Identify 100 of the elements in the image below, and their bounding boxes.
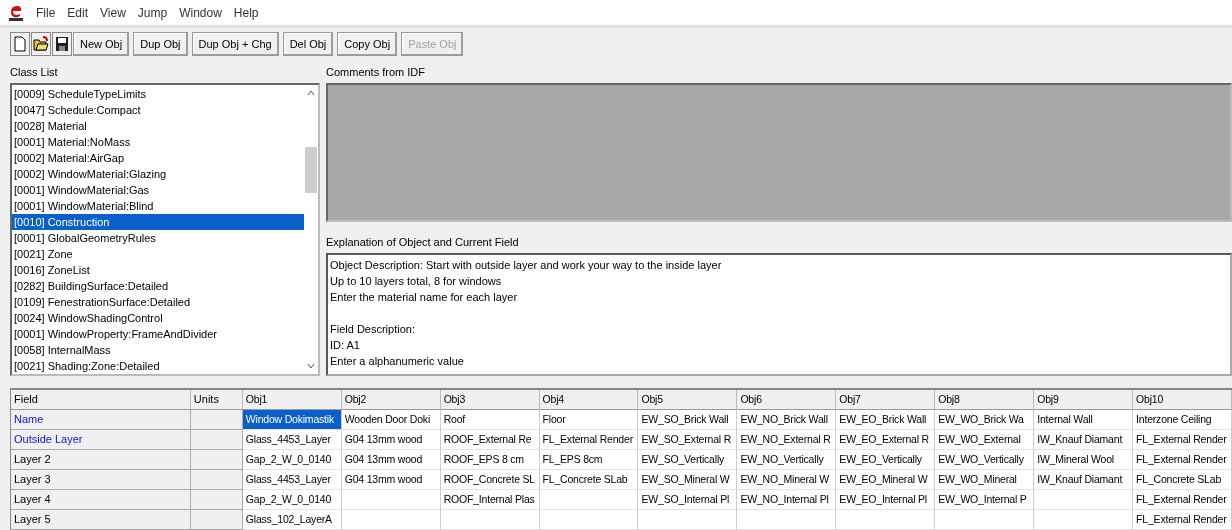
class-list-item[interactable]: [0001] WindowMaterial:Blind	[12, 198, 304, 214]
column-header[interactable]: Obj7	[836, 390, 936, 410]
empty-cell[interactable]	[539, 510, 639, 530]
table-cell[interactable]: FL_External Render	[539, 430, 639, 450]
menu-item[interactable]: Edit	[67, 5, 89, 20]
scroll-down-icon[interactable]	[306, 362, 316, 370]
empty-cell[interactable]	[440, 510, 540, 530]
table-cell[interactable]: EW_NO_Vertically	[737, 450, 837, 470]
table-cell[interactable]: FL_External Render	[1133, 430, 1232, 450]
table-cell[interactable]: EW_WO_Brick Wa	[935, 410, 1035, 430]
scrollbar-thumb[interactable]	[305, 147, 317, 193]
column-header[interactable]: Obj4	[539, 390, 639, 410]
table-cell[interactable]: Interzone Ceiling	[1133, 410, 1232, 430]
column-header[interactable]: Units	[190, 390, 243, 410]
class-list-item[interactable]: [0109] FenestrationSurface:Detailed	[12, 294, 304, 310]
menu-item[interactable]: View	[100, 5, 126, 20]
table-cell[interactable]: FL_External Render	[1133, 490, 1232, 510]
class-list-item[interactable]: [0001] WindowProperty:FrameAndDivider	[12, 326, 304, 342]
empty-cell[interactable]	[539, 490, 639, 510]
table-cell[interactable]: FL_External Render	[1133, 450, 1232, 470]
class-list-item[interactable]: [0058] InternalMass	[12, 342, 304, 358]
table-cell[interactable]: ROOF_Concrete SL	[440, 470, 540, 490]
class-list-item[interactable]: [0021] Shading:Zone:Detailed	[12, 358, 304, 374]
open-folder-button[interactable]	[31, 32, 51, 56]
table-cell[interactable]: EW_EO_Vertically	[836, 450, 936, 470]
table-cell[interactable]: Roof	[440, 410, 540, 430]
table-cell[interactable]: EW_SO_Brick Wall	[638, 410, 738, 430]
column-header[interactable]: Obj6	[737, 390, 837, 410]
class-list-item[interactable]: [0016] ZoneList	[12, 262, 304, 278]
empty-cell[interactable]	[836, 510, 936, 530]
column-header[interactable]: Obj2	[341, 390, 441, 410]
toolbar-button[interactable]: Dup Obj + Chg	[191, 32, 279, 56]
class-list-item[interactable]: [0028] Material	[12, 118, 304, 134]
table-cell[interactable]: EW_NO_Mineral W	[737, 470, 837, 490]
table-cell[interactable]: FL_External Render	[1133, 510, 1232, 530]
toolbar-button[interactable]: New Obj	[73, 32, 130, 56]
class-list-item[interactable]: [0024] WindowShadingControl	[12, 310, 304, 326]
toolbar-button[interactable]: Del Obj	[282, 32, 334, 56]
class-list-item[interactable]: [0001] Material:NoMass	[12, 134, 304, 150]
empty-cell[interactable]	[341, 490, 441, 510]
empty-cell[interactable]	[935, 510, 1035, 530]
table-cell[interactable]: EW_EO_Brick Wall	[836, 410, 936, 430]
column-header[interactable]: Field	[11, 390, 191, 410]
table-cell[interactable]: EW_WO_Mineral	[935, 470, 1035, 490]
table-cell[interactable]: EW_NO_External R	[737, 430, 837, 450]
table-cell[interactable]: Gap_2_W_0_0140	[242, 490, 342, 510]
column-header[interactable]: Obj1	[242, 390, 342, 410]
table-cell[interactable]: EW_NO_Brick Wall	[737, 410, 837, 430]
class-list-item[interactable]: [0001] GlobalGeometryRules	[12, 230, 304, 246]
table-cell[interactable]: Glass_4453_Layer	[242, 430, 342, 450]
menu-item[interactable]: Help	[233, 5, 259, 20]
column-header[interactable]: Obj10	[1133, 390, 1232, 410]
table-cell[interactable]: FL_EPS 8cm	[539, 450, 639, 470]
table-cell[interactable]: G04 13mm wood	[341, 470, 441, 490]
class-list-item[interactable]: [0282] BuildingSurface:Detailed	[12, 278, 304, 294]
table-cell[interactable]: EW_SO_Vertically	[638, 450, 738, 470]
table-cell[interactable]: IW_Knauf Diamant	[1034, 470, 1134, 490]
empty-cell[interactable]	[737, 510, 837, 530]
empty-cell[interactable]	[638, 510, 738, 530]
table-cell[interactable]: IW_Mineral Wool	[1034, 450, 1134, 470]
class-list-item[interactable]: [0010] Construction	[12, 214, 304, 230]
table-cell[interactable]: FL_Concrete SLab	[539, 470, 639, 490]
comments-area[interactable]	[326, 83, 1232, 222]
class-list-item[interactable]: [0002] WindowMaterial:Glazing	[12, 166, 304, 182]
class-list-item[interactable]: [0001] WindowMaterial:Gas	[12, 182, 304, 198]
class-list-item[interactable]: [0009] ScheduleTypeLimits	[12, 86, 304, 102]
table-cell[interactable]: EW_EO_External R	[836, 430, 936, 450]
table-cell[interactable]: EW_NO_Internal Pl	[737, 490, 837, 510]
class-list-item[interactable]: [0047] Schedule:Compact	[12, 102, 304, 118]
table-cell[interactable]: EW_WO_Internal P	[935, 490, 1035, 510]
table-cell[interactable]: EW_WO_External	[935, 430, 1035, 450]
table-cell[interactable]: Internal Wall	[1034, 410, 1134, 430]
menu-item[interactable]: Window	[179, 5, 222, 20]
table-cell[interactable]: Glass_102_LayerA	[242, 510, 342, 530]
table-cell[interactable]: FL_Concrete SLab	[1133, 470, 1232, 490]
menu-item[interactable]: Jump	[137, 5, 168, 20]
class-list-item[interactable]: [0021] Zone	[12, 246, 304, 262]
column-header[interactable]: Obj3	[440, 390, 540, 410]
table-cell[interactable]: ROOF_EPS 8 cm	[440, 450, 540, 470]
new-file-button[interactable]	[10, 32, 30, 56]
table-cell[interactable]: G04 13mm wood	[341, 450, 441, 470]
empty-cell[interactable]	[1034, 490, 1134, 510]
table-cell[interactable]: IW_Knauf Diamant	[1034, 430, 1134, 450]
menu-item[interactable]: File	[36, 5, 56, 20]
table-cell[interactable]: EW_WO_Vertically	[935, 450, 1035, 470]
table-cell[interactable]: Window Dokimastik	[242, 410, 342, 430]
toolbar-button[interactable]: Dup Obj	[133, 32, 188, 56]
table-cell[interactable]: Wooden Door Doki	[341, 410, 441, 430]
column-header[interactable]: Obj9	[1034, 390, 1134, 410]
table-cell[interactable]: EW_EO_Mineral W	[836, 470, 936, 490]
table-cell[interactable]: Floor	[539, 410, 639, 430]
class-list-item[interactable]: [0002] Material:AirGap	[12, 150, 304, 166]
table-cell[interactable]: Gap_2_W_0_0140	[242, 450, 342, 470]
table-cell[interactable]: G04 13mm wood	[341, 430, 441, 450]
empty-cell[interactable]	[341, 510, 441, 530]
scroll-up-icon[interactable]	[306, 89, 316, 97]
table-cell[interactable]: Glass_4453_Layer	[242, 470, 342, 490]
table-cell[interactable]: ROOF_External Re	[440, 430, 540, 450]
empty-cell[interactable]	[1034, 510, 1134, 530]
save-button[interactable]	[52, 32, 72, 56]
